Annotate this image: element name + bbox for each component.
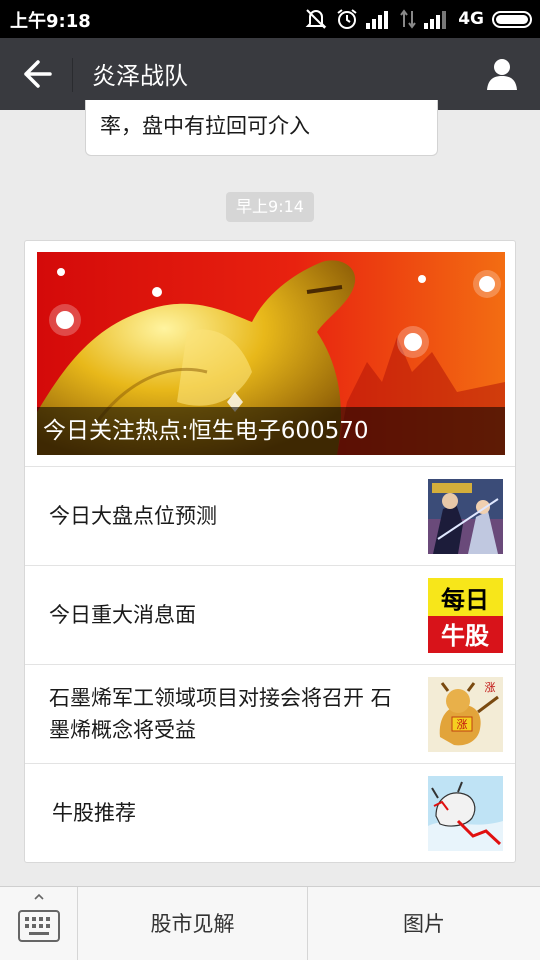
article-item[interactable]: 石墨烯军工领域项目对接会将召开 石墨烯概念将受益 涨 涨 <box>25 664 515 763</box>
svg-text:每日: 每日 <box>441 586 489 614</box>
battery-icon <box>492 10 532 28</box>
page-title: 炎泽战队 <box>92 62 188 90</box>
fantasy-character-thumbnail-icon <box>428 479 503 554</box>
person-icon <box>487 59 517 90</box>
status-time: 上午9:18 <box>10 11 91 32</box>
daily-bull-stock-thumbnail-icon: 每日 牛股 <box>428 578 503 653</box>
status-bar: 上午9:18 4G <box>0 0 540 38</box>
article-item-title: 今日重大消息面 <box>49 603 196 627</box>
article-item-title: 石墨烯军工领域项目对接会将召开 石墨烯概念将受益 <box>49 686 392 742</box>
signal-icon <box>366 11 389 29</box>
menu-pictures-button[interactable]: 图片 <box>308 887 540 960</box>
signal-icon-2 <box>424 11 447 29</box>
cover-article[interactable]: 今日关注热点:恒生电子600570 <box>37 252 505 455</box>
menu-stock-insights-button[interactable]: 股市见解 <box>78 887 308 960</box>
data-arrows-icon <box>400 9 417 29</box>
article-item[interactable]: 今日重大消息面 每日 牛股 <box>25 565 515 664</box>
keyboard-toggle-button[interactable] <box>0 887 78 960</box>
svg-text:牛股: 牛股 <box>441 622 489 650</box>
cover-title: 今日关注热点:恒生电子600570 <box>37 407 505 455</box>
svg-text:涨: 涨 <box>485 681 496 694</box>
back-button[interactable] <box>16 56 56 92</box>
timestamp-chip: 早上9:14 <box>226 192 314 222</box>
article-item[interactable]: 牛股推荐 <box>25 763 515 862</box>
bull-chart-thumbnail-icon <box>428 776 503 851</box>
mute-icon <box>305 9 327 29</box>
keyboard-icon <box>18 893 60 942</box>
network-type: 4G <box>458 9 484 29</box>
message-bubble[interactable]: 率，盘中有拉回可介入 <box>85 100 438 156</box>
bottom-menu-bar: 股市见解 图片 <box>0 886 540 960</box>
alarm-icon <box>337 9 357 29</box>
bull-rise-thumbnail-icon: 涨 涨 <box>428 677 503 752</box>
status-icons: 4G <box>304 6 532 32</box>
article-card: 今日关注热点:恒生电子600570 今日大盘点位预测 今日重大消息面 每日 牛股… <box>24 240 516 863</box>
svg-text:涨: 涨 <box>457 718 468 731</box>
article-item-title: 今日大盘点位预测 <box>49 504 217 528</box>
title-divider <box>72 58 73 92</box>
profile-button[interactable] <box>484 56 520 92</box>
message-text: 率，盘中有拉回可介入 <box>100 114 310 138</box>
article-item[interactable]: 今日大盘点位预测 <box>25 466 515 565</box>
article-item-title: 牛股推荐 <box>52 801 136 825</box>
back-arrow-icon <box>24 60 52 88</box>
